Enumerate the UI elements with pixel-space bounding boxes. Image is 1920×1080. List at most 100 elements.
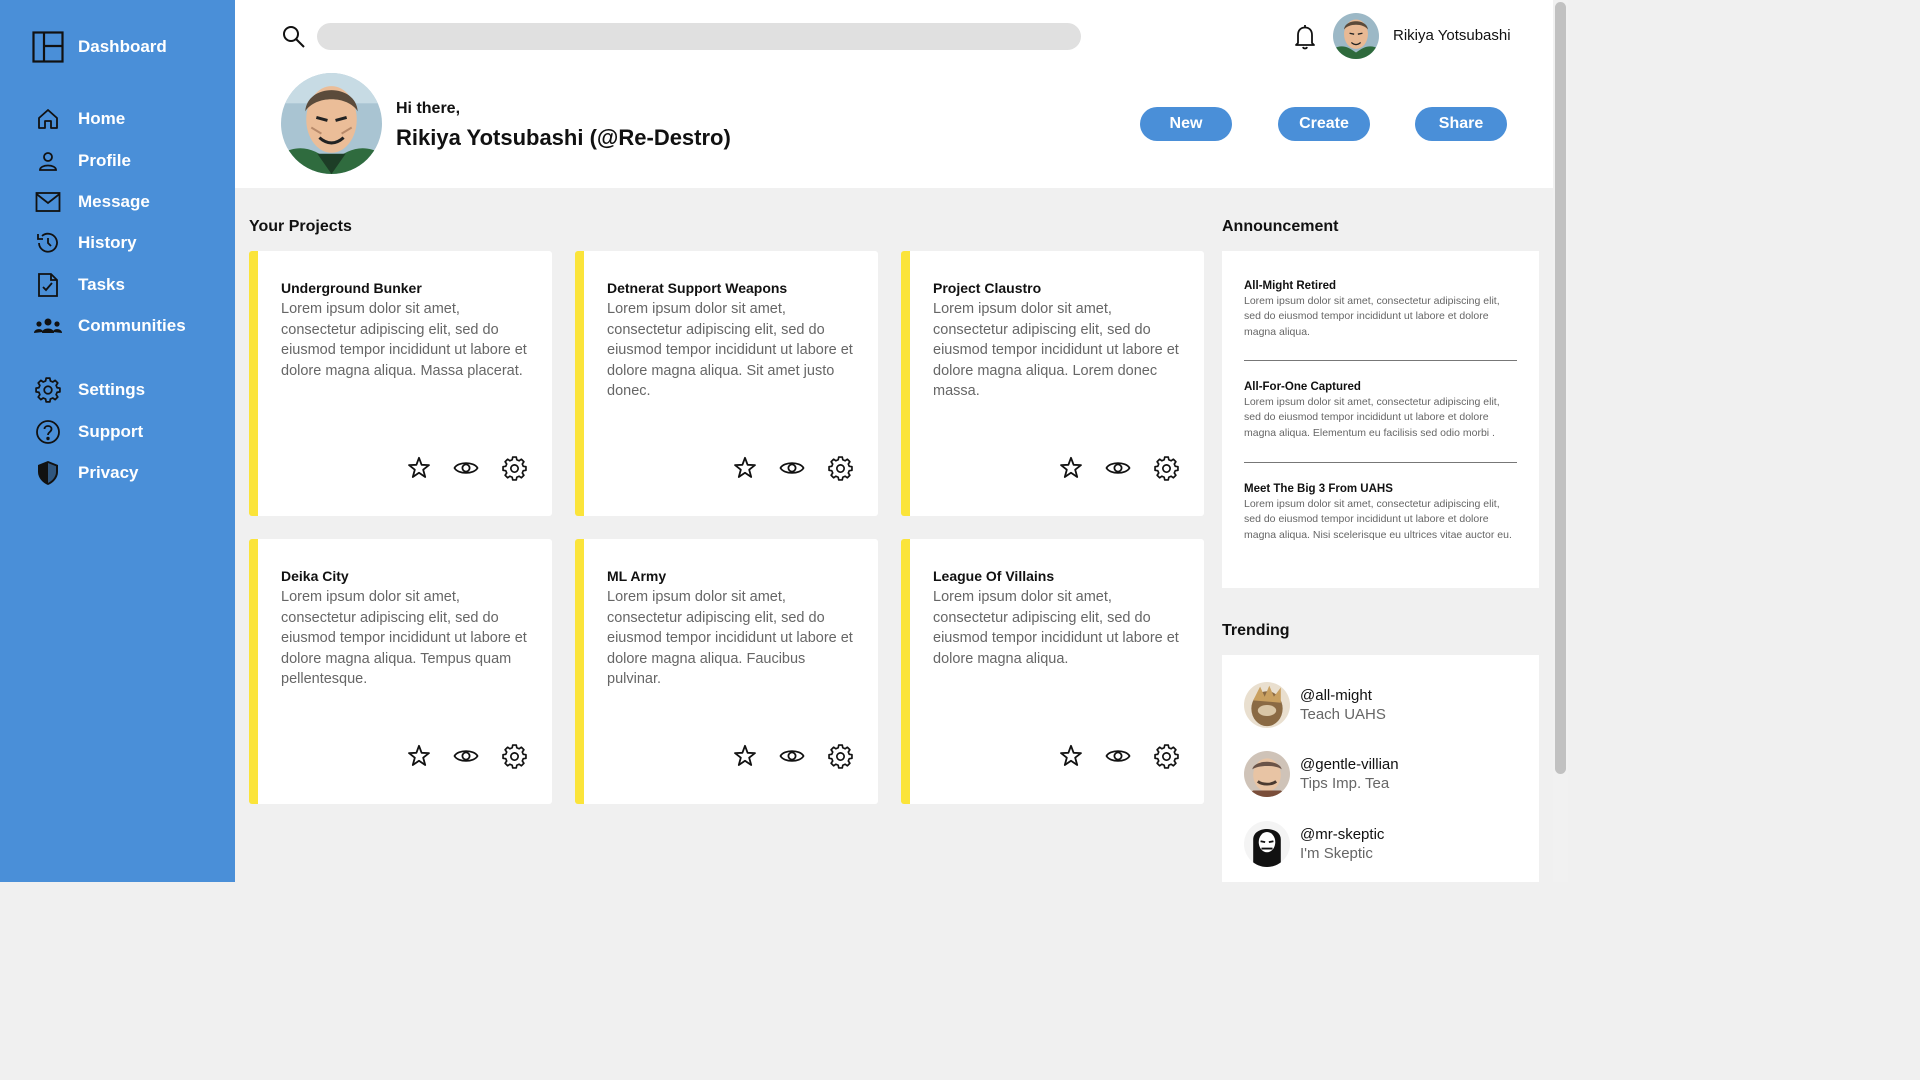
greeting-text: Hi there,: [396, 100, 461, 117]
project-description: Lorem ipsum dolor sit amet, consectetur …: [281, 301, 527, 379]
scrollbar-thumb[interactable]: [1555, 2, 1566, 774]
eye-icon[interactable]: [452, 454, 480, 482]
eye-icon[interactable]: [452, 742, 480, 770]
sidebar: Dashboard Home Profile Message History T…: [0, 0, 235, 882]
search-icon[interactable]: [281, 24, 307, 50]
trending-title: Trending: [1222, 622, 1290, 639]
project-card[interactable]: ML Army Lorem ipsum dolor sit amet, conse…: [575, 539, 878, 804]
search-input[interactable]: [317, 23, 1081, 50]
gear-icon[interactable]: [500, 742, 528, 770]
gear-icon[interactable]: [1152, 454, 1180, 482]
announcement-text: Lorem ipsum dolor sit amet, consectetur …: [1244, 498, 1512, 541]
avatar: [1244, 821, 1290, 867]
announcement-item[interactable]: Meet The Big 3 From UAHS Lorem ipsum dol…: [1244, 483, 1518, 543]
star-icon[interactable]: [1057, 454, 1085, 482]
sidebar-item-home[interactable]: Home: [34, 105, 125, 133]
trending-item[interactable]: @all-might Teach UAHS: [1244, 682, 1386, 728]
bell-icon[interactable]: [1293, 24, 1317, 50]
shield-icon: [34, 459, 62, 487]
announcements-panel: All-Might Retired Lorem ipsum dolor sit …: [1222, 251, 1539, 588]
eye-icon[interactable]: [1104, 454, 1132, 482]
project-description: Lorem ipsum dolor sit amet, consectetur …: [607, 589, 853, 688]
trending-subtitle: I'm Skeptic: [1300, 845, 1373, 862]
project-description: Lorem ipsum dolor sit amet, consectetur …: [607, 301, 853, 400]
project-actions: [1057, 742, 1183, 772]
sidebar-item-privacy[interactable]: Privacy: [34, 459, 139, 487]
profile-avatar[interactable]: [281, 73, 382, 174]
divider: [1244, 462, 1517, 463]
sidebar-item-communities[interactable]: Communities: [34, 312, 186, 340]
profile-name: Rikiya Yotsubashi (@Re-Destro): [396, 125, 731, 150]
brand-label: Dashboard: [78, 37, 167, 56]
gear-icon[interactable]: [826, 742, 854, 770]
trending-panel: @all-might Teach UAHS @gentle-villian Ti…: [1222, 655, 1539, 882]
sidebar-item-label: Tasks: [78, 275, 125, 294]
trending-handle: @mr-skeptic: [1300, 826, 1385, 843]
announcement-text: Lorem ipsum dolor sit amet, consectetur …: [1244, 295, 1500, 338]
create-button[interactable]: Create: [1278, 107, 1370, 141]
announcements-title: Announcement: [1222, 218, 1339, 235]
project-actions: [1057, 454, 1183, 484]
sidebar-item-history[interactable]: History: [34, 229, 137, 257]
sidebar-item-label: History: [78, 233, 137, 252]
help-icon: [34, 418, 62, 446]
sidebar-item-tasks[interactable]: Tasks: [34, 271, 125, 299]
trending-item[interactable]: @gentle-villian Tips Imp. Tea: [1244, 751, 1399, 797]
header-username[interactable]: Rikiya Yotsubashi: [1393, 27, 1511, 44]
gear-icon[interactable]: [1152, 742, 1180, 770]
project-card[interactable]: League Of Villains Lorem ipsum dolor sit …: [901, 539, 1204, 804]
sidebar-item-label: Privacy: [78, 463, 139, 482]
project-actions: [405, 742, 531, 772]
trending-item[interactable]: @mr-skeptic I'm Skeptic: [1244, 821, 1384, 867]
project-card[interactable]: Detnerat Support Weapons Lorem ipsum dolo…: [575, 251, 878, 516]
star-icon[interactable]: [731, 454, 759, 482]
new-button[interactable]: New: [1140, 107, 1232, 141]
project-title: Underground Bunker: [281, 280, 422, 296]
project-description: Lorem ipsum dolor sit amet, consectetur …: [933, 301, 1179, 400]
sidebar-item-label: Support: [78, 422, 144, 441]
project-card[interactable]: Deika City Lorem ipsum dolor sit amet, co…: [249, 539, 552, 804]
project-card[interactable]: Project Claustro Lorem ipsum dolor sit am…: [901, 251, 1204, 516]
sidebar-item-label: Profile: [78, 151, 131, 170]
gear-icon[interactable]: [826, 454, 854, 482]
sidebar-item-message[interactable]: Message: [34, 188, 150, 216]
sidebar-item-profile[interactable]: Profile: [34, 147, 131, 175]
tasks-icon: [34, 271, 62, 299]
announcement-item[interactable]: All-For-One Captured Lorem ipsum dolor s…: [1244, 381, 1518, 441]
project-title: ML Army: [607, 568, 667, 584]
user-icon: [34, 147, 62, 175]
gear-icon[interactable]: [500, 454, 528, 482]
dashboard-icon: [32, 31, 64, 63]
brand[interactable]: Dashboard: [32, 31, 167, 63]
project-title: Project Claustro: [933, 280, 1042, 296]
sidebar-item-label: Message: [78, 192, 150, 211]
project-title: League Of Villains: [933, 568, 1055, 584]
avatar: [1244, 751, 1290, 797]
star-icon[interactable]: [731, 742, 759, 770]
sidebar-item-label: Home: [78, 109, 126, 128]
header: Rikiya Yotsubashi Hi there, Rikiya Yotsu…: [235, 0, 1553, 188]
star-icon[interactable]: [405, 742, 433, 770]
sidebar-item-support[interactable]: Support: [34, 418, 143, 446]
avatar: [1244, 682, 1290, 728]
eye-icon[interactable]: [778, 742, 806, 770]
project-actions: [731, 742, 857, 772]
announcement-item[interactable]: All-Might Retired Lorem ipsum dolor sit …: [1244, 280, 1518, 340]
eye-icon[interactable]: [778, 454, 806, 482]
project-actions: [405, 454, 531, 484]
project-actions: [731, 454, 857, 484]
project-card[interactable]: Underground Bunker Lorem ipsum dolor sit …: [249, 251, 552, 516]
announcement-title: Meet The Big 3 From UAHS: [1244, 483, 1393, 495]
eye-icon[interactable]: [1104, 742, 1132, 770]
avatar[interactable]: [1333, 13, 1379, 59]
trending-handle: @all-might: [1300, 687, 1372, 704]
trending-subtitle: Tips Imp. Tea: [1300, 775, 1390, 792]
project-description: Lorem ipsum dolor sit amet, consectetur …: [281, 589, 527, 688]
share-button[interactable]: Share: [1415, 107, 1507, 141]
announcement-text: Lorem ipsum dolor sit amet, consectetur …: [1244, 396, 1500, 439]
star-icon[interactable]: [405, 454, 433, 482]
star-icon[interactable]: [1057, 742, 1085, 770]
projects-title: Your Projects: [249, 218, 352, 235]
sidebar-item-settings[interactable]: Settings: [34, 376, 145, 404]
trending-handle: @gentle-villian: [1300, 756, 1399, 773]
